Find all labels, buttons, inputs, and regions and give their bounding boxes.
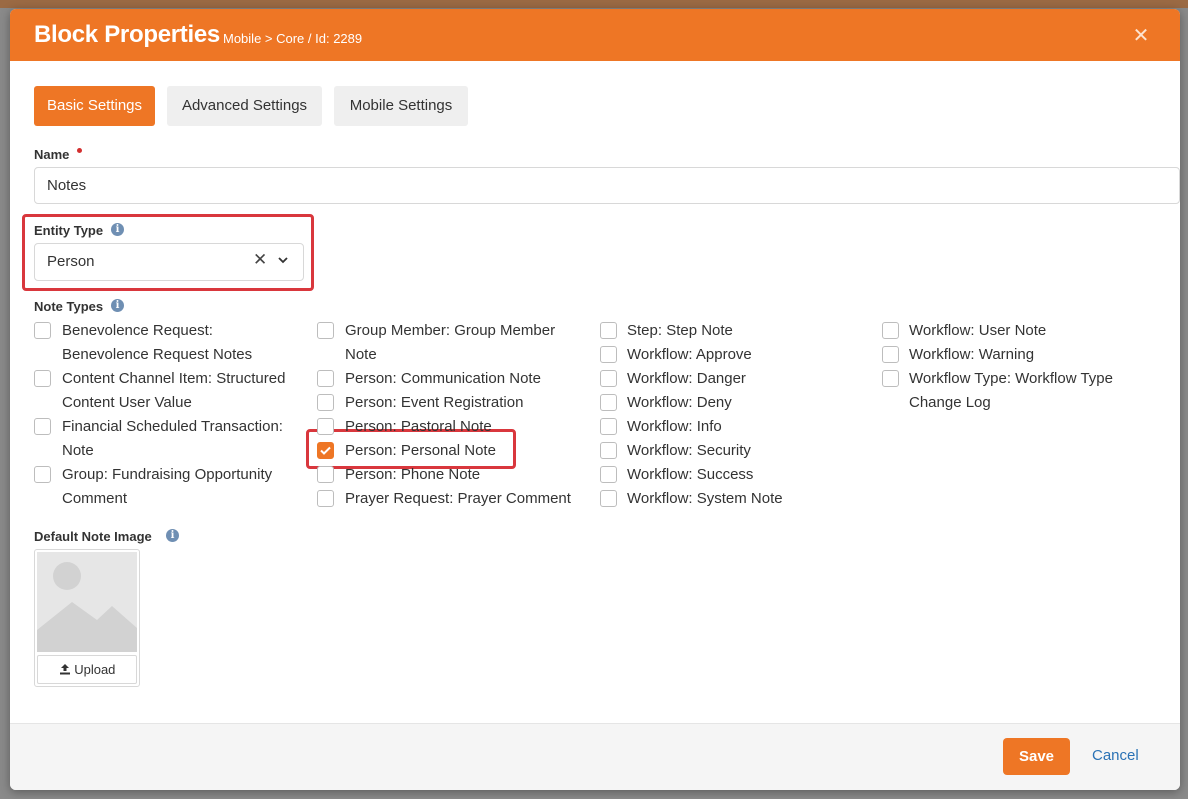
note-type-label[interactable]: Workflow: Deny <box>627 391 877 415</box>
note-type-label[interactable]: Person: Personal Note <box>345 439 595 463</box>
checkbox[interactable] <box>600 466 617 483</box>
note-type-label[interactable]: Financial Scheduled Transaction: Note <box>62 415 297 463</box>
checkbox[interactable] <box>600 322 617 339</box>
note-types-label: Note Types <box>34 299 104 314</box>
default-note-image-label: Default Note Image <box>34 529 152 544</box>
modal-subtitle: Mobile > Core / Id: 2289 <box>223 31 363 46</box>
checkbox[interactable] <box>317 322 334 339</box>
block-properties-modal: Block Properties Mobile > Core / Id: 228… <box>10 9 1180 790</box>
checkbox[interactable] <box>600 442 617 459</box>
note-type-label[interactable]: Workflow: User Note <box>909 319 1159 343</box>
page-backdrop <box>0 0 1188 8</box>
modal-title: Block Properties <box>34 21 220 48</box>
checkbox[interactable] <box>317 490 334 507</box>
checkbox[interactable] <box>600 394 617 411</box>
note-type-label[interactable]: Benevolence Request: Benevolence Request… <box>62 319 302 367</box>
tab-basic-settings[interactable]: Basic Settings <box>34 86 155 126</box>
checkbox[interactable] <box>317 394 334 411</box>
upload-icon <box>59 664 70 675</box>
checkbox[interactable] <box>882 346 899 363</box>
name-input[interactable]: Notes <box>34 167 1180 204</box>
checkbox[interactable] <box>317 370 334 387</box>
checkbox[interactable] <box>600 370 617 387</box>
entity-type-label: Entity Type <box>34 223 104 238</box>
checkbox[interactable] <box>34 418 51 435</box>
note-type-label[interactable]: Person: Pastoral Note <box>345 415 595 439</box>
checkbox[interactable] <box>34 466 51 483</box>
clear-icon[interactable]: ✕ <box>253 250 267 270</box>
image-uploader: Upload <box>34 549 140 687</box>
checkbox[interactable] <box>600 490 617 507</box>
modal-footer: Save Cancel <box>10 723 1180 790</box>
close-icon[interactable]: ✕ <box>1130 25 1152 47</box>
name-label: Name <box>34 147 70 162</box>
upload-label: Upload <box>74 662 116 677</box>
tab-mobile-settings[interactable]: Mobile Settings <box>334 86 468 126</box>
info-icon[interactable]: i <box>166 529 179 542</box>
note-type-label[interactable]: Workflow: Info <box>627 415 877 439</box>
checkbox[interactable] <box>600 346 617 363</box>
note-type-label[interactable]: Prayer Request: Prayer Comment <box>345 487 595 511</box>
cancel-link[interactable]: Cancel <box>1092 747 1139 764</box>
note-type-label[interactable]: Workflow: Danger <box>627 367 877 391</box>
info-icon[interactable]: i <box>111 299 124 312</box>
save-button[interactable]: Save <box>1003 738 1070 775</box>
entity-type-select[interactable]: Person ✕ <box>34 243 304 281</box>
checkbox-checked[interactable] <box>317 442 334 459</box>
note-type-label[interactable]: Group Member: Group Member Note <box>345 319 585 367</box>
note-type-label[interactable]: Content Channel Item: Structured Content… <box>62 367 307 415</box>
note-type-label[interactable]: Workflow Type: Workflow Type Change Log <box>909 367 1149 415</box>
tab-advanced-settings[interactable]: Advanced Settings <box>167 86 322 126</box>
checkbox[interactable] <box>882 370 899 387</box>
checkbox[interactable] <box>600 418 617 435</box>
note-type-label[interactable]: Step: Step Note <box>627 319 877 343</box>
info-icon[interactable]: i <box>111 223 124 236</box>
checkbox[interactable] <box>34 322 51 339</box>
note-type-label[interactable]: Workflow: Warning <box>909 343 1159 367</box>
note-type-label[interactable]: Workflow: Approve <box>627 343 877 367</box>
note-type-label[interactable]: Workflow: Security <box>627 439 877 463</box>
required-indicator <box>77 148 82 153</box>
note-type-label[interactable]: Group: Fundraising Opportunity Comment <box>62 463 297 511</box>
note-type-label[interactable]: Person: Phone Note <box>345 463 595 487</box>
note-type-label[interactable]: Person: Event Registration <box>345 391 595 415</box>
entity-type-value: Person <box>47 253 95 270</box>
image-placeholder-icon <box>37 552 137 652</box>
checkbox[interactable] <box>882 322 899 339</box>
upload-button[interactable]: Upload <box>37 655 137 684</box>
chevron-down-icon[interactable] <box>277 254 289 266</box>
check-icon <box>320 446 331 455</box>
modal-header: Block Properties Mobile > Core / Id: 228… <box>10 9 1180 61</box>
checkbox[interactable] <box>317 418 334 435</box>
note-type-label[interactable]: Person: Communication Note <box>345 367 595 391</box>
checkbox[interactable] <box>317 466 334 483</box>
checkbox[interactable] <box>34 370 51 387</box>
note-type-label[interactable]: Workflow: System Note <box>627 487 877 511</box>
note-type-label[interactable]: Workflow: Success <box>627 463 877 487</box>
